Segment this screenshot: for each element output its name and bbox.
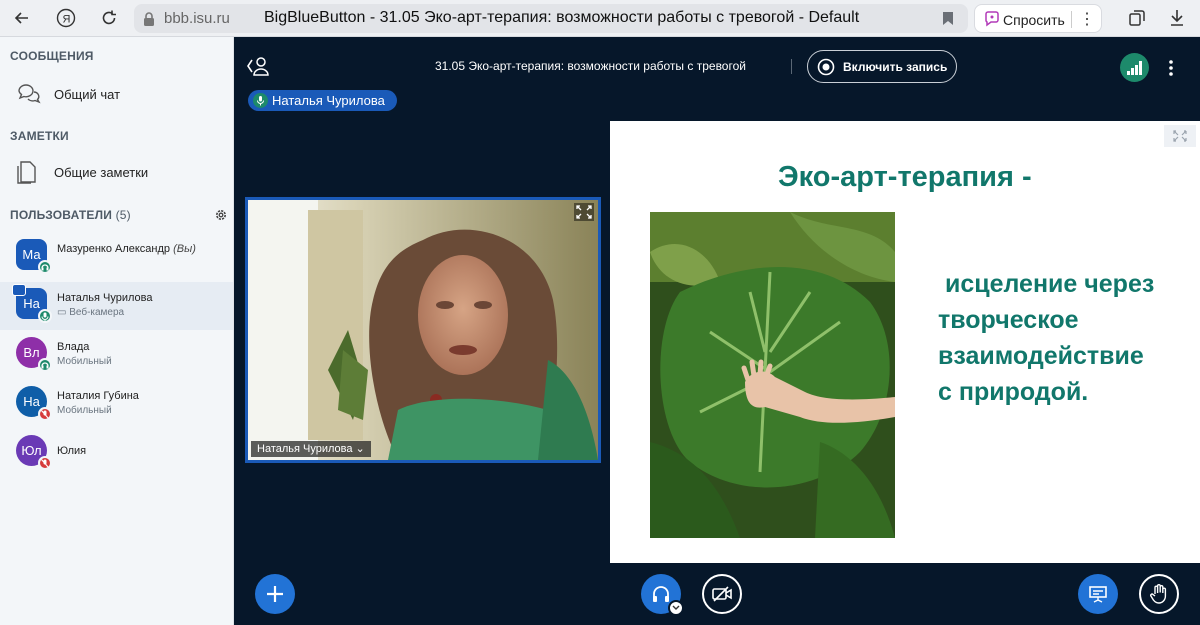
slide-body-text: исцеление через творческое взаимодействи… <box>938 270 1155 406</box>
audio-settings-button[interactable] <box>668 600 684 616</box>
options-menu-button[interactable] <box>1160 54 1182 82</box>
back-button[interactable] <box>9 6 35 30</box>
headphones-icon <box>653 586 669 602</box>
browser-toolbar: Я bbb.isu.ru BigBlueButton - 31.05 Эко-а… <box>0 0 1200 37</box>
users-title-text: ПОЛЬЗОВАТЕЛИ <box>10 208 113 222</box>
divider <box>1071 11 1072 28</box>
arrow-left-icon <box>14 12 28 24</box>
user-name: Наталия Губина <box>57 390 139 402</box>
messages-section-title: СООБЩЕНИЯ <box>10 49 94 63</box>
notes-section-title: ЗАМЕТКИ <box>10 129 69 143</box>
shared-notes-label: Общие заметки <box>54 165 149 180</box>
ask-alice-button[interactable]: Спросить ⋮ <box>974 4 1102 33</box>
connection-status-button[interactable] <box>1120 53 1149 82</box>
page-tab-title: BigBlueButton - 31.05 Эко-арт-терапия: в… <box>264 9 860 26</box>
user-status: Мобильный <box>57 405 112 416</box>
user-name: Юлия <box>57 445 87 457</box>
record-label: Включить запись <box>843 60 948 74</box>
more-vertical-icon <box>1169 60 1173 76</box>
presentation-toggle-button[interactable] <box>1078 574 1118 614</box>
svg-text:Я: Я <box>63 14 71 26</box>
url-host: bbb.isu.ru <box>164 10 230 27</box>
users-section-title: ПОЛЬЗОВАТЕЛИ (5) <box>10 208 131 222</box>
signal-bars-icon <box>1127 60 1142 75</box>
user-name: Мазуренко Александр (Вы) <box>57 243 196 255</box>
presentation-slide: Эко-арт-терапия - исцеление через творче… <box>610 121 1200 563</box>
user-name-text: Мазуренко Александр <box>57 243 171 255</box>
yandex-button[interactable]: Я <box>53 6 79 30</box>
plus-icon <box>267 586 283 602</box>
headset-badge-icon <box>38 358 52 372</box>
chevron-down-icon <box>672 605 680 610</box>
muted-mic-badge-icon <box>38 407 52 421</box>
slide-title: Эко-арт-терапия - <box>778 161 1032 193</box>
expand-icon <box>576 205 592 219</box>
fullscreen-expand-button[interactable] <box>574 203 594 221</box>
more-vertical-icon[interactable]: ⋮ <box>1079 9 1095 29</box>
user-row[interactable]: Ма Мазуренко Александр (Вы) <box>0 233 233 281</box>
hand-icon <box>1150 584 1167 604</box>
talking-user-name: Наталья Чурилова <box>272 93 385 108</box>
reload-icon <box>102 10 116 25</box>
yandex-logo-icon: Я <box>56 8 76 28</box>
shared-notes-item[interactable]: Общие заметки <box>0 153 233 193</box>
leaf-photo-image <box>650 212 895 538</box>
public-chat-label: Общий чат <box>54 87 121 102</box>
public-chat-item[interactable]: Общий чат <box>0 75 233 115</box>
chat-bubbles-icon <box>18 84 41 104</box>
raise-hand-button[interactable] <box>1139 574 1179 614</box>
address-bar[interactable]: bbb.isu.ru BigBlueButton - 31.05 Эко-арт… <box>134 4 968 33</box>
talking-indicator: Наталья Чурилова <box>248 90 397 111</box>
slide-photo <box>650 212 895 538</box>
divider <box>791 59 792 74</box>
presentation-fullscreen-button[interactable] <box>1164 125 1196 147</box>
user-name: Влада <box>57 341 90 353</box>
headset-badge-icon <box>38 260 52 274</box>
muted-mic-badge-icon <box>38 456 52 470</box>
webcam-stream-image <box>248 200 598 460</box>
collections-icon <box>1129 10 1145 26</box>
user-name: Наталья Чурилова <box>57 292 153 304</box>
webcam-user-tag[interactable]: Наталья Чурилова ⌄ <box>251 441 371 457</box>
main-area: 31.05 Эко-арт-терапия: возможности работ… <box>234 37 1200 625</box>
lock-icon <box>144 12 154 26</box>
share-webcam-button[interactable] <box>702 574 742 614</box>
sidebar: СООБЩЕНИЯ Общий чат ЗАМЕТКИ Общие заметк… <box>0 37 234 625</box>
user-row[interactable]: Юл Юлия <box>0 429 233 477</box>
webcam-video[interactable]: Наталья Чурилова ⌄ <box>245 197 601 463</box>
start-recording-button[interactable]: Включить запись <box>807 50 957 83</box>
alice-chat-icon <box>985 11 999 27</box>
collections-button[interactable] <box>1124 6 1150 30</box>
ask-label: Спросить <box>1003 12 1065 28</box>
user-status: Мобильный <box>57 356 112 367</box>
users-count: (5) <box>115 208 131 222</box>
you-marker: (Вы) <box>173 243 196 255</box>
user-list-toggle-icon[interactable] <box>246 55 270 77</box>
presenter-icon <box>12 284 26 296</box>
user-row[interactable]: На Наталия Губина Мобильный <box>0 380 233 428</box>
reload-button[interactable] <box>96 6 122 30</box>
microphone-icon <box>253 93 268 108</box>
expand-icon <box>1173 130 1187 142</box>
presentation-icon <box>1089 586 1107 603</box>
video-off-icon <box>712 586 732 602</box>
microphone-badge-icon <box>38 309 52 323</box>
user-row[interactable]: Вл Влада Мобильный <box>0 331 233 379</box>
bookmark-icon[interactable] <box>942 11 954 26</box>
record-icon <box>817 58 835 76</box>
user-row[interactable]: На Наталья Чурилова ▭ Веб-камера <box>0 282 233 330</box>
downloads-button[interactable] <box>1164 6 1190 30</box>
download-icon <box>1171 10 1183 26</box>
notes-icon <box>17 161 36 184</box>
user-status: ▭ Веб-камера <box>57 307 125 318</box>
gear-icon[interactable] <box>214 208 228 222</box>
meeting-title: 31.05 Эко-арт-терапия: возможности работ… <box>435 59 746 73</box>
actions-button[interactable] <box>255 574 295 614</box>
